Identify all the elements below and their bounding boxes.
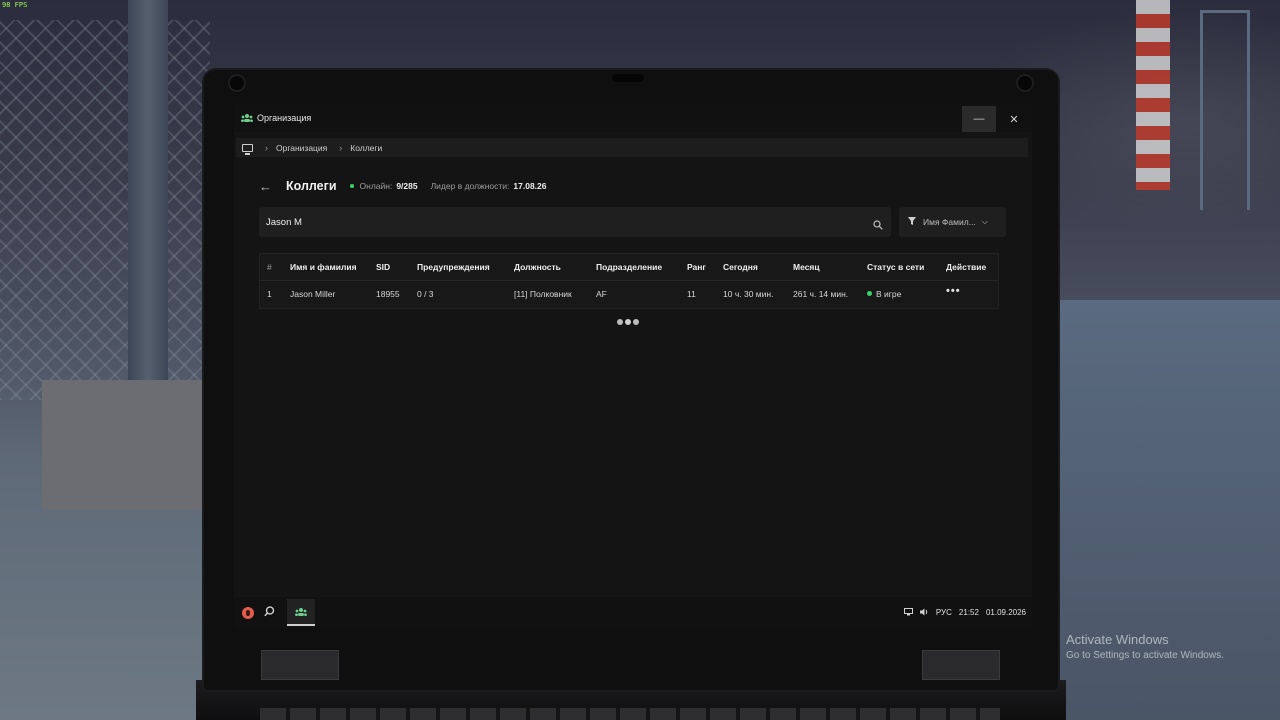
more-actions-icon[interactable]: •••: [946, 285, 961, 297]
breadcrumb-item-organization[interactable]: Организация: [276, 143, 327, 153]
loading-dot: [625, 319, 631, 325]
laptop-hinge: [922, 650, 1000, 680]
bezel-screw: [228, 74, 246, 92]
activation-subtitle: Go to Settings to activate Windows.: [1066, 650, 1224, 661]
breadcrumb: › Организация › Коллеги: [236, 138, 1028, 157]
leader-date: 17.08.26: [513, 181, 547, 191]
row-sid: 18955: [376, 289, 400, 299]
column-header: #: [267, 262, 272, 272]
volume-icon[interactable]: [919, 608, 929, 618]
page-title: Коллеги: [286, 179, 337, 193]
chainlink-fence: [0, 20, 210, 400]
column-header[interactable]: Месяц: [793, 262, 820, 272]
system-tray: РУС 21:52 01.09.2026: [903, 597, 1026, 628]
search-input[interactable]: [266, 216, 856, 228]
chevron-down-icon: ⌵: [981, 217, 988, 226]
network-icon[interactable]: [903, 607, 913, 618]
webcam: [612, 74, 644, 82]
crane-structure: [1200, 10, 1250, 210]
online-label: Онлайн:: [359, 181, 393, 191]
taskbar-organization-app[interactable]: [287, 599, 315, 626]
column-header[interactable]: Имя и фамилия: [290, 262, 357, 272]
row-month: 261 ч. 14 мин.: [793, 289, 849, 299]
column-header[interactable]: Статус в сети: [867, 262, 924, 272]
close-button[interactable]: ✕: [997, 106, 1031, 132]
row-rank: 11: [687, 289, 696, 299]
loading-dot: [633, 319, 639, 325]
search-bar: [259, 207, 891, 237]
online-count: 9/285: [396, 181, 418, 191]
column-header[interactable]: Должность: [514, 262, 561, 272]
search-icon[interactable]: [873, 217, 883, 230]
computer-icon[interactable]: [242, 143, 253, 155]
column-header: Действие: [946, 262, 987, 272]
column-header[interactable]: Предупреждения: [417, 262, 490, 272]
taskbar: РУС 21:52 01.09.2026: [234, 597, 1032, 628]
row-name: Jason Miller: [290, 289, 336, 299]
loading-indicator: [617, 319, 639, 325]
language-indicator[interactable]: РУС: [936, 608, 952, 617]
row-status: В игре: [867, 289, 901, 299]
filter-icon: [908, 217, 916, 227]
chevron-right-icon: ›: [265, 142, 268, 153]
row-division: AF: [596, 289, 607, 299]
filter-label: Имя Фамил...: [923, 217, 976, 227]
loading-dot: [617, 319, 623, 325]
fps-counter: 98 FPS: [2, 1, 28, 9]
clock-time: 21:52: [958, 608, 979, 617]
laptop-hinge: [261, 650, 339, 680]
clock-date: 01.09.2026: [985, 608, 1026, 617]
leader-label: Лидер в должности:: [430, 181, 510, 191]
windows-activation-watermark: Activate Windows Go to Settings to activ…: [1066, 632, 1224, 661]
row-status-text: В игре: [876, 289, 902, 299]
breadcrumb-item-colleagues[interactable]: Коллеги: [350, 143, 382, 153]
radio-tower: [1136, 0, 1170, 190]
online-status-dot: [867, 291, 872, 296]
back-arrow-icon[interactable]: ←: [259, 179, 272, 194]
column-header[interactable]: Ранг: [687, 262, 706, 272]
start-logo-icon[interactable]: [242, 606, 254, 619]
minimize-button[interactable]: —: [962, 106, 996, 132]
fence-pole: [128, 0, 168, 410]
taskbar-search-icon[interactable]: [264, 605, 275, 620]
row-position: [11] Полковник: [514, 289, 572, 299]
laptop-screen: Организация — ✕ › Организация › Коллеги …: [234, 104, 1032, 628]
row-number: 1: [267, 289, 272, 299]
chevron-right-icon: ›: [339, 142, 343, 153]
colleagues-table: # Имя и фамилия SID Предупреждения Должн…: [259, 253, 999, 309]
column-header[interactable]: SID: [376, 262, 390, 272]
row-today: 10 ч. 30 мин.: [723, 289, 774, 299]
concrete-block: [42, 380, 202, 510]
filter-dropdown[interactable]: Имя Фамил... ⌵: [899, 207, 1006, 237]
window-title: Организация: [257, 113, 312, 123]
organization-icon: [241, 113, 253, 123]
laptop-keyboard: [260, 708, 1000, 720]
page-header: ← Коллеги Онлайн: 9/285 Лидер в должност…: [259, 178, 547, 194]
column-header[interactable]: Сегодня: [723, 262, 758, 272]
table-row[interactable]: 1 Jason Miller 18955 0 / 3 [11] Полковни…: [260, 281, 998, 308]
table-header: # Имя и фамилия SID Предупреждения Должн…: [260, 254, 998, 281]
activation-title: Activate Windows: [1066, 632, 1169, 647]
window-titlebar: Организация — ✕: [234, 104, 1032, 132]
column-header[interactable]: Подразделение: [596, 262, 662, 272]
bezel-screw: [1016, 74, 1034, 92]
online-status-dot: [349, 184, 354, 188]
row-warnings: 0 / 3: [417, 289, 434, 299]
